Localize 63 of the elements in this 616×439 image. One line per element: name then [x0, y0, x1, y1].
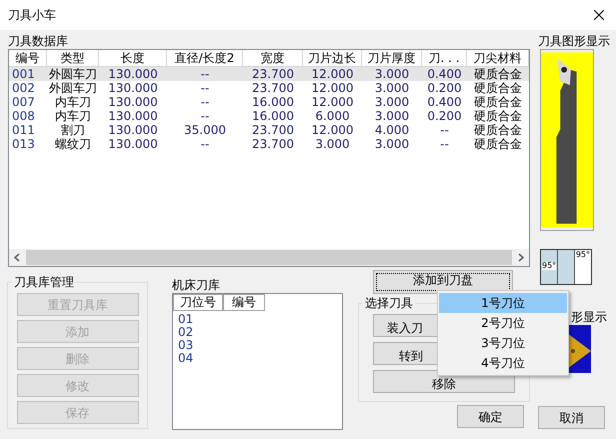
- table-cell-text: 硬质合金: [473, 123, 523, 137]
- table-cell-text: 12.000: [310, 81, 354, 95]
- table-cell-text: 0.200: [426, 81, 463, 95]
- table-cell-text: 螺纹刀: [54, 137, 92, 151]
- table-cell-text: 3.000: [374, 137, 410, 151]
- table-cell-text: 硬质合金: [473, 137, 523, 151]
- table-cell-text: 23.700: [251, 137, 295, 151]
- table-cell-text: 3.000: [374, 95, 410, 109]
- table-cell-text: 001: [11, 67, 36, 81]
- table-cell-text: 007: [11, 95, 36, 109]
- table-cell-text: 12.000: [310, 123, 354, 137]
- table-cell-text: 外圆车刀: [48, 67, 98, 81]
- table-cell-text: 130.000: [107, 95, 159, 109]
- window-title: 刀具小车: [8, 7, 56, 24]
- table-cell-text: 硬质合金: [473, 109, 523, 123]
- table-cell-text: --: [200, 109, 210, 123]
- table-cell-text: 割刀: [60, 123, 86, 137]
- table-cell-text: --: [439, 123, 450, 137]
- section-label: 机床刀库: [172, 277, 221, 293]
- table-cell-text: 硬质合金: [473, 81, 523, 95]
- table-cell-text: 12.000: [310, 95, 354, 109]
- section-label: 形显示: [571, 309, 608, 325]
- table-cell-text: 23.700: [251, 123, 295, 137]
- table-cell-text: --: [439, 137, 450, 151]
- table-cell-text: 3.000: [374, 81, 410, 95]
- table-cell-text: 硬质合金: [473, 67, 523, 81]
- table-cell-text: 130.000: [107, 123, 159, 137]
- angle-label: 95°: [542, 262, 556, 270]
- table-cell-text: --: [200, 81, 210, 95]
- table-cell-text: 011: [11, 123, 36, 137]
- table-cell-text: 硬质合金: [473, 95, 523, 109]
- section-label: 刀具数据库: [8, 33, 69, 49]
- table-cell-text: 130.000: [107, 81, 159, 95]
- table-cell-text: --: [200, 95, 210, 109]
- table-cell-text: --: [200, 137, 210, 151]
- table-cell-text: 0.400: [426, 95, 463, 109]
- table-cell-text: 35.000: [183, 123, 227, 137]
- table-cell-text: 3.000: [374, 109, 410, 123]
- table-cell-text: 12.000: [310, 67, 354, 81]
- section-label: 刀具图形显示: [538, 33, 608, 49]
- group-label: 选择刀具: [363, 295, 415, 311]
- table-cell-text: 16.000: [251, 95, 295, 109]
- table-cell-text: 4.000: [374, 123, 410, 137]
- table-cell-text: 130.000: [107, 67, 159, 81]
- table-cell-text: 6.000: [314, 109, 351, 123]
- table-cell-text: 23.700: [251, 67, 295, 81]
- table-cell-text: 002: [11, 81, 36, 95]
- table-cell-text: --: [200, 67, 210, 81]
- table-cell-text: 16.000: [251, 109, 295, 123]
- table-cell-text: 013: [11, 137, 36, 151]
- group-label: 刀具库管理: [12, 274, 76, 290]
- table-cell-text: 内车刀: [54, 109, 92, 123]
- table-cell-text: 23.700: [251, 81, 295, 95]
- table-cell-text: 外圆车刀: [48, 81, 98, 95]
- table-cell-text: 130.000: [107, 137, 159, 151]
- table-cell-text: 0.200: [426, 109, 463, 123]
- table-cell-text: 0.400: [426, 67, 463, 81]
- table-cell-text: 内车刀: [54, 95, 92, 109]
- table-cell-text: 3.000: [314, 137, 351, 151]
- table-cell-text: 3.000: [374, 67, 410, 81]
- angle-label: 95°: [576, 251, 590, 259]
- table-cell-text: 008: [11, 109, 36, 123]
- table-cell-text: 130.000: [107, 109, 159, 123]
